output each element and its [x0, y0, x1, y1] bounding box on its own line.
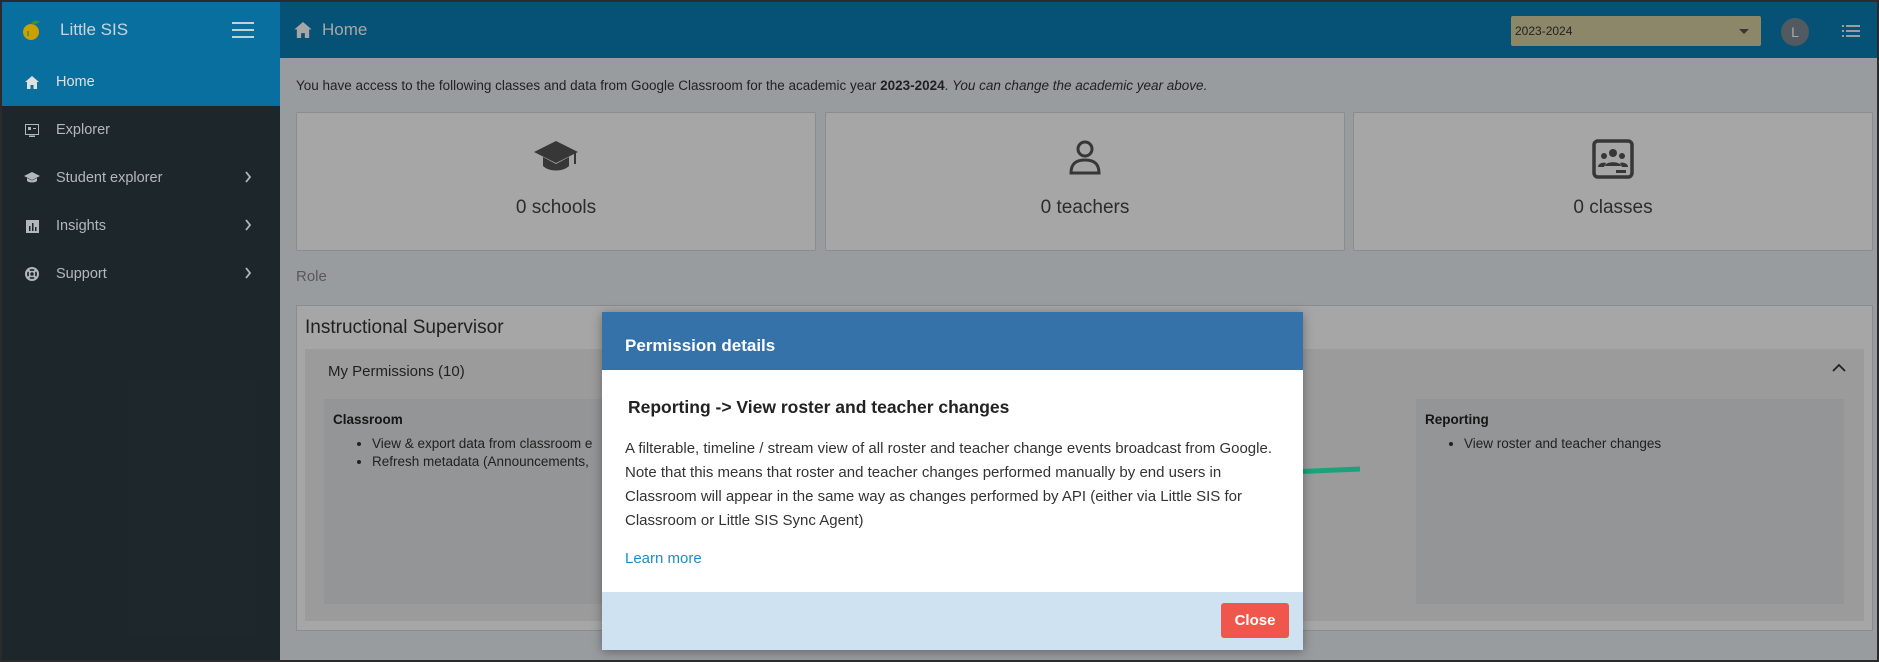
app-window: Little SIS Home Explorer Student explore… — [0, 0, 1879, 662]
dialog-title: Permission details — [602, 312, 1303, 370]
permission-details-dialog: Permission details Reporting -> View ros… — [602, 312, 1303, 650]
dialog-footer: Close — [602, 592, 1303, 650]
dialog-subtitle: Reporting -> View roster and teacher cha… — [628, 397, 1010, 417]
learn-more-link[interactable]: Learn more — [625, 550, 702, 567]
dialog-description: A filterable, timeline / stream view of … — [625, 440, 1272, 529]
sidebar-dim-overlay — [2, 2, 280, 660]
close-button[interactable]: Close — [1221, 603, 1289, 638]
